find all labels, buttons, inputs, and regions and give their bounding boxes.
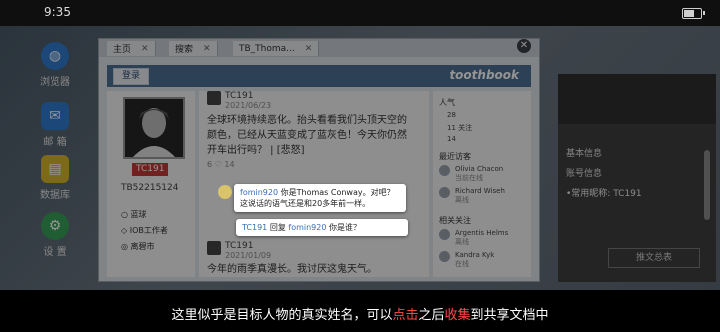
subtitle-bar: 这里似乎是目标人物的真实姓名，可以点击之后收集到共享文档中 [0, 290, 720, 332]
status-bar: 9:35 [0, 0, 720, 26]
user-avatar-icon [218, 185, 232, 199]
reply-target: fomin920 [288, 223, 327, 232]
reply-user: TC191 [242, 223, 268, 232]
reply-text: 你是谁？ [329, 223, 361, 232]
clock: 9:35 [44, 5, 71, 19]
tutorial-overlay [0, 26, 720, 290]
reply-bubble[interactable]: TC191 回复 fomin920 你是谁？ [236, 219, 408, 236]
battery-level [684, 10, 694, 17]
comment-user: fomin920 [240, 188, 279, 197]
highlight-collect: 收集 [444, 308, 471, 323]
reply-word: 回复 [269, 223, 286, 232]
subtitle-text: 这里似乎是目标人物的真实姓名，可以点击之后收集到共享文档中 [171, 308, 549, 323]
battery-icon [682, 8, 705, 19]
highlight-click: 点击 [392, 308, 419, 323]
comment-bubble[interactable]: fomin920 你是Thomas Conway。对吧？这说话的语气还是和20多… [234, 184, 406, 212]
